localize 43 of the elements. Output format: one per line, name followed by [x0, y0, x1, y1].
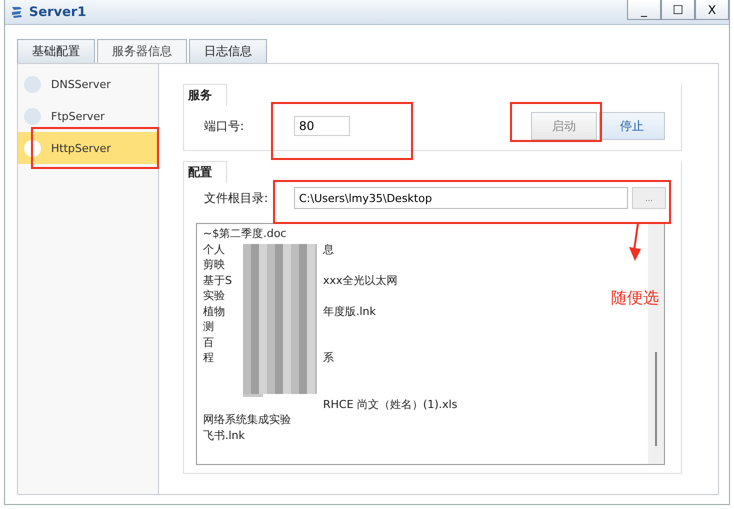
file-name[interactable]: 百: [203, 334, 239, 350]
server-item[interactable]: DNSServer: [18, 68, 158, 100]
root-directory-field[interactable]: C:\Users\lmy35\Desktop: [294, 187, 628, 209]
file-name[interactable]: ~$第二季度.doc: [203, 226, 286, 242]
group-title: 服务: [184, 84, 227, 106]
file-name[interactable]: 植物: [203, 304, 239, 319]
window-control-button[interactable]: X: [695, 0, 729, 20]
file-name[interactable]: 个人: [203, 242, 239, 257]
file-name[interactable]: 实验: [203, 288, 239, 304]
tab[interactable]: 日志信息: [189, 39, 267, 63]
scroll-thumb[interactable]: [655, 352, 657, 446]
file-name[interactable]: 息: [323, 242, 334, 257]
group-title: 配置: [184, 161, 227, 183]
tab[interactable]: 服务器信息: [97, 39, 187, 63]
server-label: HttpServer: [51, 142, 111, 154]
arrow-icon: [627, 223, 643, 263]
file-name[interactable]: RHCE 尚文（姓名）(1).xls: [323, 396, 458, 412]
file-name[interactable]: 基于S: [203, 272, 239, 288]
window-control-button[interactable]: ☐: [661, 0, 695, 20]
server-label: FtpServer: [51, 110, 105, 122]
root-label: 文件根目录:: [204, 190, 270, 206]
window-control-button[interactable]: _: [627, 0, 661, 20]
stop-button[interactable]: 停止: [599, 112, 665, 140]
circle-icon: [24, 108, 41, 124]
window-title: Server1: [29, 4, 86, 20]
server-item[interactable]: HttpServer: [18, 132, 158, 164]
port-label: 端口号:: [204, 118, 246, 134]
file-name[interactable]: xxx全光以太网: [323, 272, 398, 288]
file-name[interactable]: 年度版.lnk: [323, 304, 376, 319]
browse-button[interactable]: ...: [632, 187, 666, 209]
annotation-note: 随便选: [611, 288, 659, 309]
file-name[interactable]: 测: [203, 319, 239, 334]
server-label: DNSServer: [51, 78, 111, 90]
server-item[interactable]: FtpServer: [18, 100, 158, 132]
file-name[interactable]: 系: [323, 350, 334, 366]
file-name[interactable]: 剪映: [203, 257, 239, 272]
circle-icon: [24, 76, 41, 92]
port-field[interactable]: 80: [294, 116, 350, 136]
tab[interactable]: 基础配置: [17, 39, 95, 63]
file-name[interactable]: 网络系统集成实验: [203, 412, 291, 428]
file-name[interactable]: 程: [203, 350, 239, 366]
app-icon: [9, 4, 25, 20]
file-name[interactable]: 飞书.lnk: [203, 428, 245, 443]
